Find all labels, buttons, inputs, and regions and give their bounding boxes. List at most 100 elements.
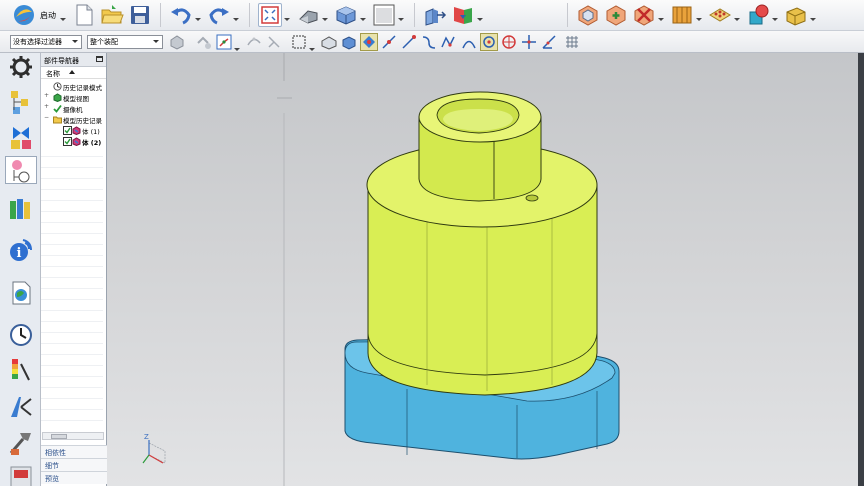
fit-view-dropdown-icon[interactable]: [284, 3, 290, 27]
tree-item-label: 摄像机: [63, 106, 83, 114]
undo-dropdown-icon[interactable]: [195, 3, 201, 27]
graphics-viewport[interactable]: Z: [107, 53, 858, 486]
assembly-dropdown-icon[interactable]: [658, 3, 664, 27]
section-dropdown-icon[interactable]: [477, 3, 483, 27]
collapse-icon[interactable]: −: [44, 115, 49, 121]
preview-section[interactable]: 预览: [41, 471, 107, 484]
reuse-library-icon[interactable]: [7, 195, 35, 223]
undo-icon[interactable]: [169, 3, 193, 27]
top-boss-body[interactable]: [418, 91, 542, 202]
snap-arc-center-icon[interactable]: [440, 33, 458, 51]
fit-view-icon[interactable]: [258, 3, 282, 27]
pin-icon[interactable]: [96, 56, 103, 62]
feature-selection-icon[interactable]: [195, 33, 213, 51]
start-dropdown-icon[interactable]: [60, 3, 66, 27]
assembly-navigator-icon[interactable]: [7, 88, 35, 116]
snap-point-on-surface-icon[interactable]: [540, 33, 558, 51]
svg-text:i: i: [17, 246, 22, 261]
curve-rule-icon[interactable]: [245, 33, 263, 51]
model-views-icon: [53, 93, 62, 102]
snap-bounded-grid-icon[interactable]: [563, 33, 581, 51]
unite-shapes-icon[interactable]: [746, 3, 770, 27]
navigator-header: 部件导航器: [41, 53, 106, 67]
new-file-icon[interactable]: [72, 3, 96, 27]
process-studio-icon[interactable]: [7, 393, 35, 421]
navigator-empty-area: [41, 146, 103, 426]
tree-item-model-views[interactable]: + 模型视图: [41, 92, 106, 104]
snap-intersection-icon[interactable]: [420, 33, 438, 51]
edit-section-icon[interactable]: [451, 3, 475, 27]
snap-quadrant-icon[interactable]: [460, 33, 478, 51]
model-canvas: Z: [142, 53, 620, 486]
navigator-column-header[interactable]: 名称: [41, 67, 106, 79]
snap-endpoint-icon[interactable]: [360, 32, 378, 51]
block-feature-icon[interactable]: [784, 3, 808, 27]
general-selection-icon[interactable]: [168, 33, 186, 51]
scrollbar-thumb[interactable]: [51, 434, 67, 439]
resource-bar: i: [0, 53, 41, 486]
manufacturing-wizard-icon[interactable]: [7, 429, 35, 457]
start-label[interactable]: 启动: [40, 10, 56, 21]
tree-item-cameras[interactable]: + 摄像机: [41, 103, 106, 115]
orient-view-dropdown-icon[interactable]: [360, 3, 366, 27]
roles-icon[interactable]: [7, 463, 35, 486]
history-clock-icon[interactable]: [7, 321, 35, 349]
folder-icon: [53, 116, 62, 124]
feature-dropdown-icon[interactable]: [810, 3, 816, 27]
background-dropdown-icon[interactable]: [398, 3, 404, 27]
part-navigator-icon[interactable]: [5, 156, 37, 184]
navigator-horizontal-scrollbar[interactable]: [42, 432, 104, 440]
snap-point-icon[interactable]: [215, 33, 233, 51]
boolean-dropdown-icon[interactable]: [772, 3, 778, 27]
face-rule-icon[interactable]: [265, 33, 283, 51]
type-filter-select[interactable]: 没有选择过滤器: [10, 34, 82, 49]
details-section[interactable]: 细节: [41, 458, 107, 471]
drafting-book-icon[interactable]: [670, 3, 694, 27]
checkbox-checked-icon[interactable]: [63, 137, 72, 146]
snap-dropdown-icon[interactable]: [234, 33, 240, 51]
pattern-feature-icon[interactable]: [708, 3, 732, 27]
pattern-dropdown-icon[interactable]: [734, 3, 740, 27]
checkbox-checked-icon[interactable]: [63, 126, 72, 135]
rectangle-dropdown-icon[interactable]: [309, 33, 315, 51]
system-materials-icon[interactable]: [7, 356, 35, 384]
triad-z-label: Z: [144, 433, 149, 441]
open-folder-icon[interactable]: [100, 3, 124, 27]
section-view-icon[interactable]: [423, 3, 447, 27]
web-browser-icon[interactable]: [7, 279, 35, 307]
tree-item-model-history[interactable]: − 模型历史记录: [41, 114, 106, 126]
rectangle-selection-icon[interactable]: [290, 33, 308, 51]
snap-center-icon[interactable]: [480, 32, 498, 51]
drafting-dropdown-icon[interactable]: [696, 3, 702, 27]
add-component-icon[interactable]: [604, 3, 628, 27]
tree-item-history-mode[interactable]: 历史记录模式: [41, 81, 106, 92]
expand-icon[interactable]: +: [44, 104, 49, 110]
nx-start-icon[interactable]: [12, 3, 36, 27]
select-body-icon[interactable]: [340, 33, 358, 51]
tree-item-body-1[interactable]: 体 (1): [41, 125, 106, 136]
select-solid-icon[interactable]: [320, 33, 338, 51]
background-icon[interactable]: [372, 3, 396, 27]
shaded-edges-icon[interactable]: [296, 3, 320, 27]
tree-item-label: 体 (1): [82, 128, 100, 136]
redo-dropdown-icon[interactable]: [233, 3, 239, 27]
selection-scope-select[interactable]: 整个装配: [87, 34, 163, 49]
history-info-icon[interactable]: i: [7, 236, 35, 264]
toolbar-separator: [160, 3, 161, 27]
settings-gear-icon[interactable]: [7, 53, 35, 81]
constraint-navigator-icon[interactable]: [7, 123, 35, 151]
rendering-style-dropdown-icon[interactable]: [322, 3, 328, 27]
redo-icon[interactable]: [207, 3, 231, 27]
save-icon[interactable]: [128, 3, 152, 27]
dependencies-section[interactable]: 相依性: [41, 445, 107, 458]
remove-component-icon[interactable]: [632, 3, 656, 27]
selection-scope-value: 整个装配: [90, 37, 118, 46]
orient-view-icon[interactable]: [334, 3, 358, 27]
tree-item-label: 模型历史记录: [63, 117, 102, 125]
snap-midpoint-icon[interactable]: [380, 33, 398, 51]
snap-tangent-icon[interactable]: [500, 33, 518, 51]
snap-point-on-curve-icon[interactable]: [520, 33, 538, 51]
snap-control-point-icon[interactable]: [400, 33, 418, 51]
assembly-component-icon[interactable]: [576, 3, 600, 27]
expand-icon[interactable]: +: [44, 93, 49, 99]
